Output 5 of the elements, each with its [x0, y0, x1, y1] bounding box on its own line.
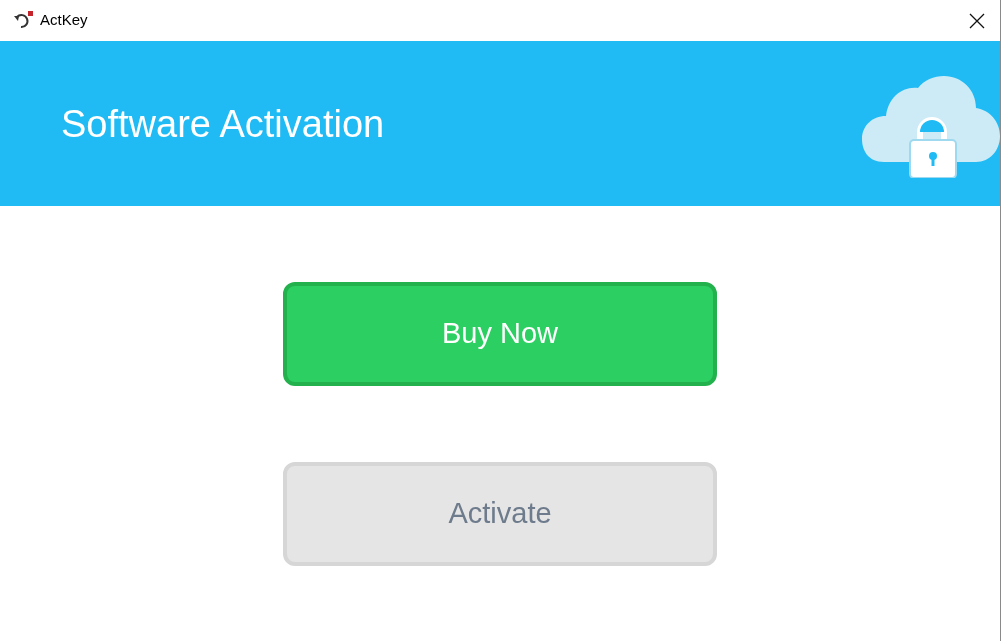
window-title: ActKey [40, 10, 88, 31]
action-button[interactable]: Buy Now [283, 282, 717, 386]
close-icon [969, 12, 985, 29]
app-logo-icon [13, 11, 34, 30]
banner-title: Software Activation [61, 104, 385, 143]
